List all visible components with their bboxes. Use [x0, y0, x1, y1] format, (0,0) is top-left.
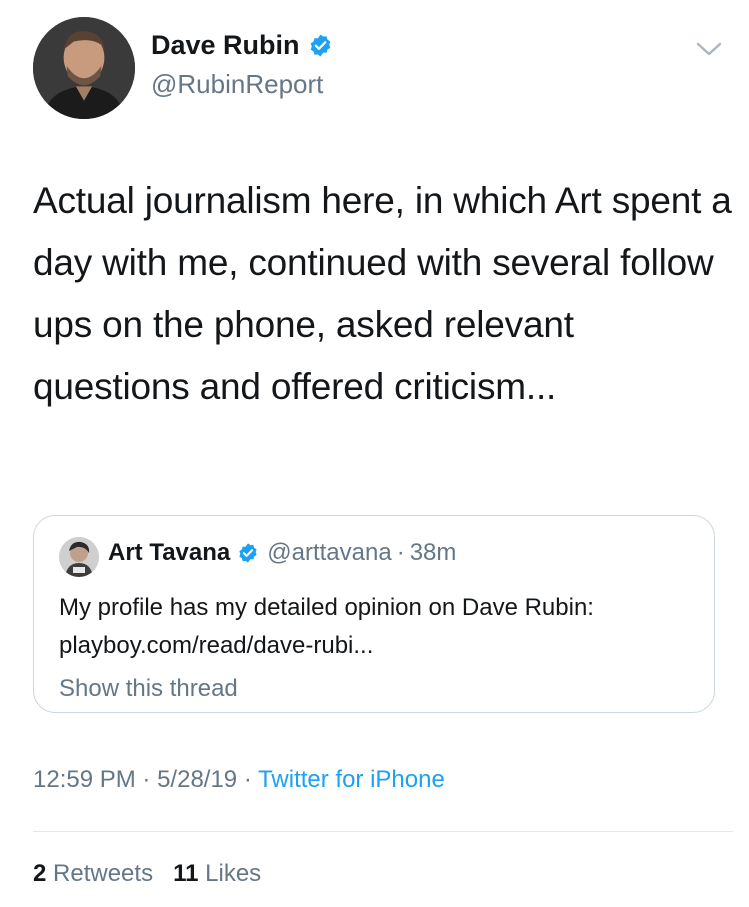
quoted-tweet-time[interactable]: 38m — [410, 539, 457, 567]
author-name-row: Dave Rubin — [151, 30, 333, 61]
tweet-text: Actual journalism here, in which Art spe… — [33, 180, 732, 407]
show-thread-link[interactable]: Show this thread — [59, 675, 238, 703]
separator-dot: · — [243, 766, 252, 793]
retweets-label: Retweets — [53, 860, 154, 887]
likes-count: 11 — [173, 860, 199, 887]
separator-dot: · — [396, 539, 405, 566]
retweets-stat[interactable]: 2 Retweets — [33, 860, 160, 887]
quoted-author-name[interactable]: Art Tavana — [108, 539, 230, 567]
likes-label: Likes — [205, 860, 262, 887]
person-avatar-icon — [33, 17, 135, 119]
engagement-stats: 2 Retweets 11 Likes — [33, 860, 261, 888]
divider — [33, 831, 733, 832]
chevron-down-icon[interactable] — [694, 38, 724, 60]
person-avatar-icon — [59, 537, 99, 577]
tweet-source-link[interactable]: Twitter for iPhone — [258, 766, 445, 793]
author-handle[interactable]: @RubinReport — [151, 69, 323, 100]
verified-badge-icon — [239, 543, 257, 563]
verified-badge-icon — [310, 34, 330, 57]
quoted-tweet-text: My profile has my detailed opinion on Da… — [59, 594, 594, 659]
quoted-tweet-card[interactable]: Art Tavana @arttavana · 38m My profile h… — [33, 515, 715, 713]
quoted-author-avatar[interactable] — [59, 537, 99, 577]
quoted-tweet-header: Art Tavana @arttavana · 38m — [108, 539, 456, 567]
tweet-date: 5/28/19 — [157, 766, 238, 793]
tweet-meta: 12:59 PM · 5/28/19 · Twitter for iPhone — [33, 766, 445, 794]
likes-stat[interactable]: 11 Likes — [173, 860, 261, 887]
quoted-author-handle[interactable]: @arttavana — [267, 539, 391, 567]
retweets-count: 2 — [33, 860, 47, 887]
tweet-time: 12:59 PM — [33, 766, 136, 793]
separator-dot: · — [142, 766, 151, 793]
author-avatar[interactable] — [33, 17, 135, 119]
author-name[interactable]: Dave Rubin — [151, 30, 300, 61]
